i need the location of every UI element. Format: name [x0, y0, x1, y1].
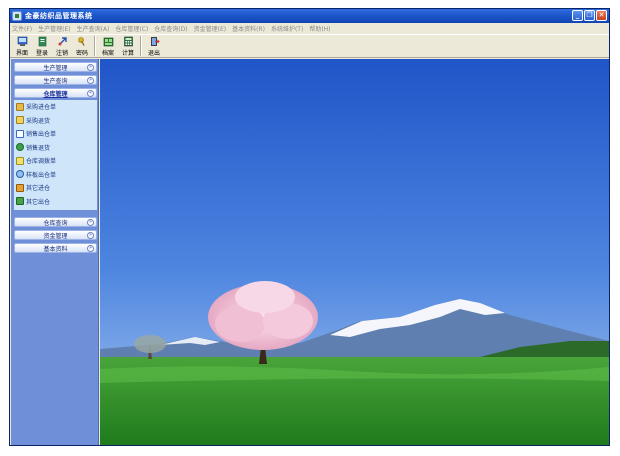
- login-icon: [38, 36, 46, 47]
- sidebar-group-production-query[interactable]: 生产查询 »: [14, 75, 97, 85]
- toolbar-exit-button[interactable]: 退出: [144, 35, 164, 57]
- sidebar-group-label: 资金管理: [43, 232, 68, 240]
- sidebar-item-label: 其它进仓: [26, 185, 51, 193]
- toolbar-label: 计算: [121, 50, 134, 57]
- app-window: 金豪纺织品管理系统 _ ❐ ✕ 文件(F) 生产管理(E) 生产查询(A) 仓库…: [9, 8, 610, 446]
- sidebar-item-label: 其它出仓: [26, 198, 51, 206]
- chevron-down-icon: »: [87, 77, 94, 84]
- sidebar-group-label: 仓库管理: [43, 90, 68, 98]
- chevron-down-icon: »: [87, 245, 94, 252]
- sidebar-group-funds-management[interactable]: 资金管理 »: [14, 230, 97, 240]
- toolbar-calculator-button[interactable]: 计算: [118, 35, 138, 57]
- main-content-area: [100, 59, 609, 445]
- toolbar-label: 退出: [147, 50, 160, 57]
- sidebar-item-sales-outbound[interactable]: 销售出仓单: [14, 127, 97, 141]
- toolbar-home-button[interactable]: 界面: [12, 35, 32, 57]
- toolbar-label: 注销: [55, 50, 68, 57]
- transfer-icon: [16, 156, 24, 165]
- sidebar-item-sales-return[interactable]: 销售退货: [14, 141, 97, 155]
- chevron-down-icon: »: [87, 232, 94, 239]
- document-icon: [16, 129, 24, 138]
- maximize-button[interactable]: ❐: [584, 10, 595, 21]
- menu-system-maintenance[interactable]: 系统维护(T): [271, 24, 303, 33]
- refresh-icon: [16, 170, 24, 179]
- calculator-icon: [123, 36, 133, 47]
- background-landscape-image: [100, 59, 609, 445]
- toolbar-archive-button[interactable]: 档案: [98, 35, 118, 57]
- title-bar[interactable]: 金豪纺织品管理系统 _ ❐ ✕: [10, 9, 609, 23]
- toolbar-separator: [94, 36, 96, 56]
- exit-icon: [150, 37, 160, 46]
- sidebar-group-label: 基本资料: [43, 245, 68, 253]
- chevron-down-icon: »: [87, 64, 94, 71]
- sidebar-group-production-management[interactable]: 生产管理 »: [14, 62, 97, 72]
- menu-production-management[interactable]: 生产管理(E): [38, 24, 70, 33]
- toolbar-separator: [140, 36, 142, 56]
- chevron-up-icon: «: [87, 90, 94, 97]
- sidebar-group-label: 仓库查询: [43, 219, 68, 227]
- window-controls: _ ❐ ✕: [572, 10, 607, 21]
- menu-basic-data[interactable]: 基本资料(R): [232, 24, 265, 33]
- sidebar-item-label: 样板出仓单: [26, 171, 57, 179]
- sidebar-item-label: 仓库调拨单: [26, 158, 57, 166]
- menu-production-query[interactable]: 生产查询(A): [77, 24, 110, 33]
- warehouse-management-panel: 采购进仓单 采购退货 销售出仓单 销售退货 仓库调拨单 样板出仓单 其它进仓 其…: [14, 100, 97, 210]
- menu-funds-management[interactable]: 资金管理(E): [194, 24, 226, 33]
- app-icon: [12, 11, 22, 21]
- menu-file[interactable]: 文件(F): [12, 24, 32, 33]
- sidebar-item-label: 采购进仓单: [26, 104, 57, 112]
- archive-icon: [103, 37, 113, 47]
- box-out-icon: [16, 197, 24, 206]
- menu-help[interactable]: 帮助(H): [309, 24, 330, 33]
- sidebar-item-warehouse-transfer[interactable]: 仓库调拨单: [14, 154, 97, 168]
- sidebar-group-label: 生产管理: [43, 64, 68, 72]
- sidebar-item-label: 采购退货: [26, 117, 51, 125]
- sidebar-group-warehouse-management[interactable]: 仓库管理 «: [14, 88, 97, 98]
- toolbar-label: 密码: [75, 50, 88, 57]
- sidebar-item-other-inbound[interactable]: 其它进仓: [14, 181, 97, 195]
- key-icon: [77, 37, 85, 46]
- close-button[interactable]: ✕: [596, 10, 607, 21]
- sidebar: 生产管理 » 生产查询 » 仓库管理 « 采购进仓单 采购退货 销售出仓单 销售…: [11, 59, 99, 445]
- sidebar-group-basic-data[interactable]: 基本资料 »: [14, 243, 97, 253]
- toolbar-label: 登录: [35, 50, 48, 57]
- toolbar-label: 界面: [15, 50, 28, 57]
- minimize-button[interactable]: _: [572, 10, 583, 21]
- sidebar-group-label: 生产查询: [43, 77, 68, 85]
- toolbar-logout-button[interactable]: 注销: [52, 35, 72, 57]
- menu-warehouse-query[interactable]: 仓库查询(D): [154, 24, 187, 33]
- toolbar-login-button[interactable]: 登录: [32, 35, 52, 57]
- folder-icon: [16, 116, 24, 125]
- sidebar-item-purchase-inbound[interactable]: 采购进仓单: [14, 100, 97, 114]
- menu-warehouse-management[interactable]: 仓库管理(C): [115, 24, 148, 33]
- sidebar-item-label: 销售出仓单: [26, 131, 57, 139]
- sidebar-group-warehouse-query[interactable]: 仓库查询 »: [14, 217, 97, 227]
- toolbar: 界面 登录 注销 密码 档案 计算 退出: [10, 34, 609, 58]
- sidebar-item-label: 销售退货: [26, 144, 51, 152]
- sidebar-item-other-outbound[interactable]: 其它出仓: [14, 195, 97, 209]
- globe-icon: [16, 143, 24, 152]
- sidebar-item-purchase-return[interactable]: 采购退货: [14, 114, 97, 128]
- folder-icon: [16, 102, 24, 111]
- menu-bar: 文件(F) 生产管理(E) 生产查询(A) 仓库管理(C) 仓库查询(D) 资金…: [10, 23, 609, 34]
- toolbar-password-button[interactable]: 密码: [72, 35, 92, 57]
- logout-icon: [58, 37, 67, 46]
- toolbar-label: 档案: [101, 50, 114, 57]
- sidebar-item-sample-outbound[interactable]: 样板出仓单: [14, 168, 97, 182]
- home-icon: [17, 36, 27, 46]
- window-title: 金豪纺织品管理系统: [25, 12, 93, 20]
- chevron-down-icon: »: [87, 219, 94, 226]
- box-in-icon: [16, 183, 24, 192]
